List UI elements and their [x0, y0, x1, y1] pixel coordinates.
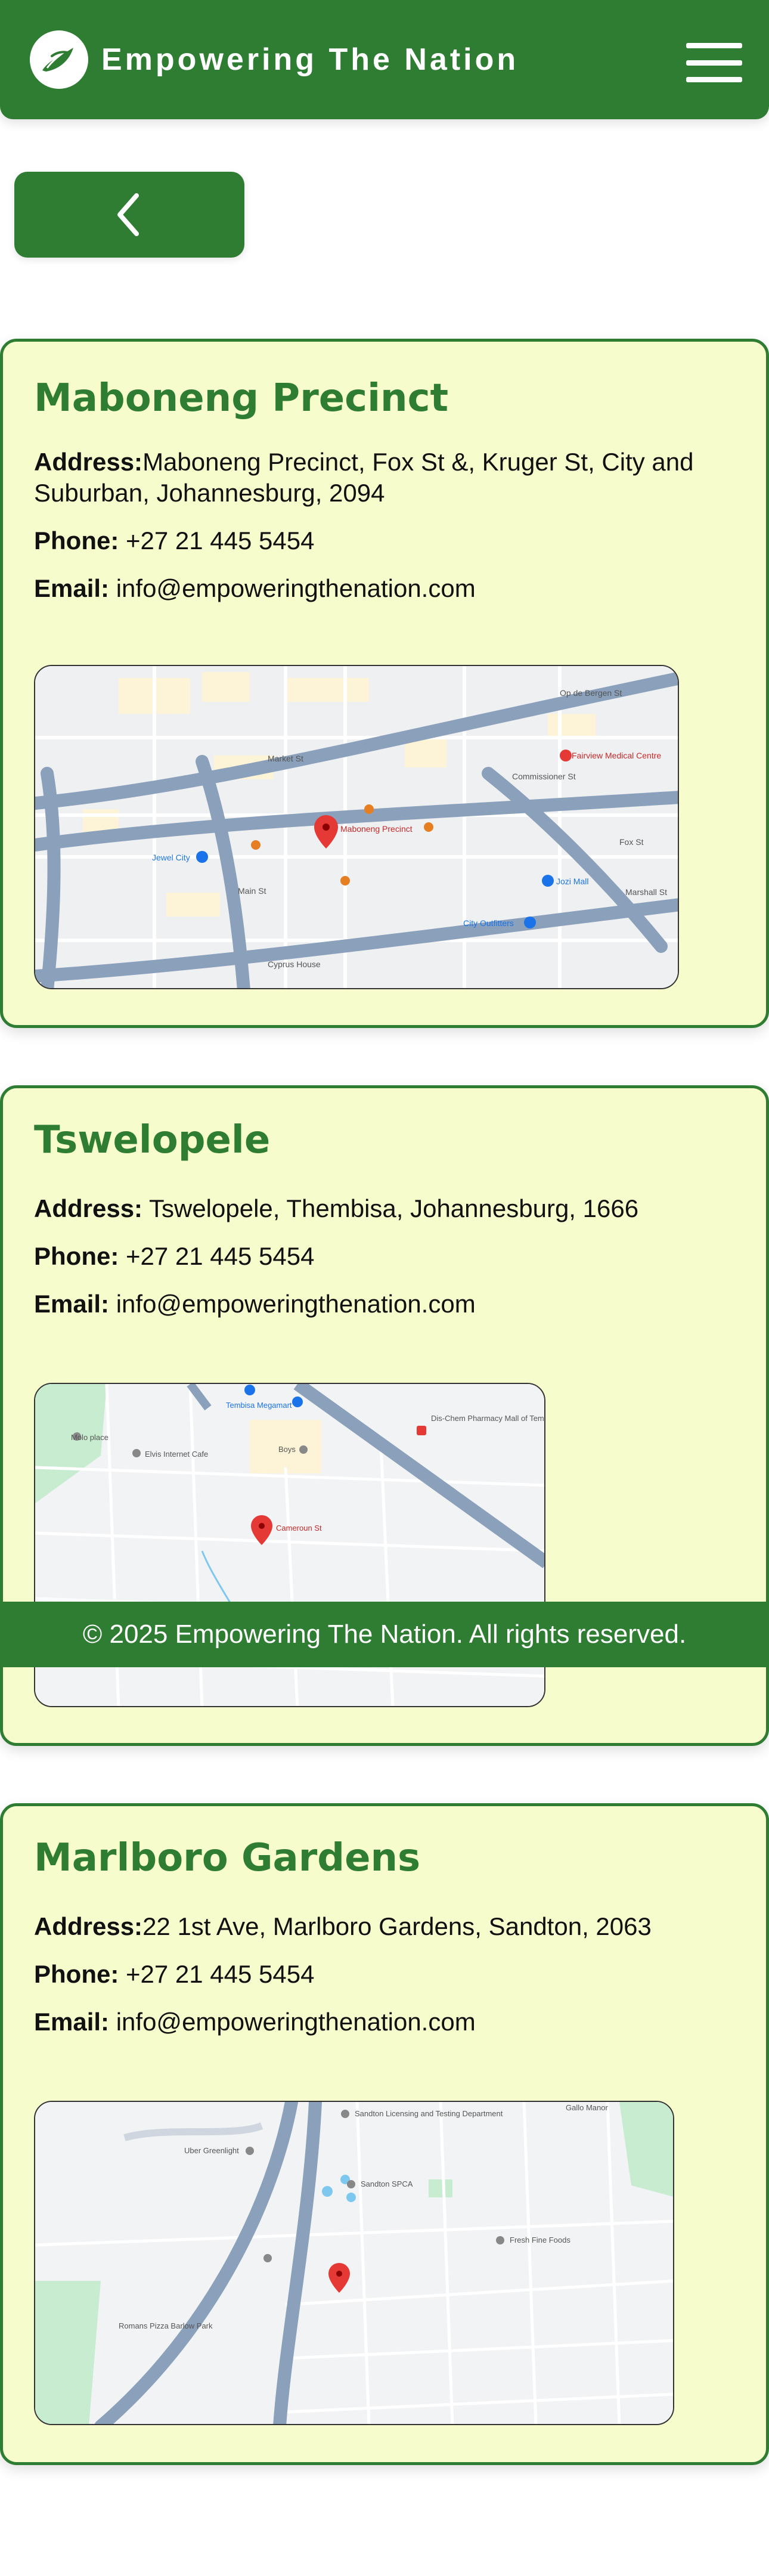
map-label: Jewel City	[152, 853, 190, 862]
map-label: Fresh Fine Foods	[510, 2236, 570, 2244]
email-line: Email: info@empoweringthenation.com	[34, 574, 476, 602]
email-line: Email: info@empoweringthenation.com	[34, 1290, 476, 1318]
map-label: Sandton Licensing and Testing Department	[355, 2109, 503, 2118]
location-card-marlboro: Marlboro Gardens Address:22 1st Ave, Mar…	[0, 1803, 769, 2465]
map-label: City Outfitters	[463, 918, 514, 928]
map-label: Marshall St	[625, 887, 667, 897]
map-label: Commissioner St	[512, 772, 576, 781]
site-footer: © 2025 Empowering The Nation. All rights…	[0, 1602, 769, 1667]
map-label: Fox St	[619, 837, 644, 847]
map-label: Sandton SPCA	[361, 2179, 413, 2188]
email-link[interactable]: info@empoweringthenation.com	[116, 1290, 476, 1318]
map-label: Romans Pizza Barlow Park	[119, 2321, 213, 2330]
phone-line: Phone: +27 21 445 5454	[34, 1242, 315, 1270]
address-line: Address: Tswelopele, Thembisa, Johannesb…	[34, 1194, 639, 1222]
phone-line: Phone: +27 21 445 5454	[34, 1960, 315, 1988]
map-embed-maboneng[interactable]: Maboneng Precinct Market St Commissioner…	[34, 665, 679, 989]
map-label: Market St	[268, 754, 303, 763]
map-label: Uber Greenlight	[184, 2146, 239, 2155]
map-label: Molo place	[71, 1433, 108, 1442]
address-line: Address:22 1st Ave, Marlboro Gardens, Sa…	[34, 1912, 652, 1940]
copyright-text: © 2025 Empowering The Nation. All rights…	[82, 1620, 687, 1649]
location-title: Maboneng Precinct	[34, 376, 449, 420]
site-header: Empowering The Nation	[0, 0, 769, 119]
map-label: Dis-Chem Pharmacy Mall of Tembisa - Clay…	[431, 1414, 545, 1423]
map-embed-marlboro[interactable]: Sandton Licensing and Testing Department…	[34, 2101, 674, 2425]
hamburger-menu-icon[interactable]	[686, 43, 742, 82]
map-label: Fairview Medical Centre	[572, 751, 661, 760]
map-label: Elvis Internet Cafe	[145, 1450, 208, 1459]
chevron-left-icon	[117, 193, 139, 236]
email-link[interactable]: info@empoweringthenation.com	[116, 574, 476, 602]
email-link[interactable]: info@empoweringthenation.com	[116, 2008, 476, 2036]
map-label: Boys	[278, 1445, 296, 1454]
map-label: Op de Bergen St	[560, 688, 622, 698]
location-title: Marlboro Gardens	[34, 1836, 421, 1880]
map-label: Gallo Manor	[566, 2103, 608, 2112]
map-pin-label: Cameroun St	[276, 1524, 322, 1532]
address-line: Address:Maboneng Precinct, Fox St &, Kru…	[34, 448, 694, 507]
email-line: Email: info@empoweringthenation.com	[34, 2008, 476, 2036]
map-label: Jozi Mall	[556, 877, 588, 886]
map-label: Tembisa Megamart	[226, 1401, 292, 1410]
back-button[interactable]	[14, 172, 244, 258]
location-title: Tswelopele	[34, 1118, 271, 1162]
dove-leaf-logo-icon[interactable]	[30, 30, 88, 89]
location-card-maboneng: Maboneng Precinct Address:Maboneng Preci…	[0, 339, 769, 1028]
phone-line: Phone: +27 21 445 5454	[34, 527, 315, 555]
brand-title[interactable]: Empowering The Nation	[101, 42, 519, 78]
map-pin-label: Maboneng Precinct	[340, 824, 413, 834]
map-label: Cyprus House	[268, 959, 321, 969]
map-label: Main St	[238, 886, 266, 896]
